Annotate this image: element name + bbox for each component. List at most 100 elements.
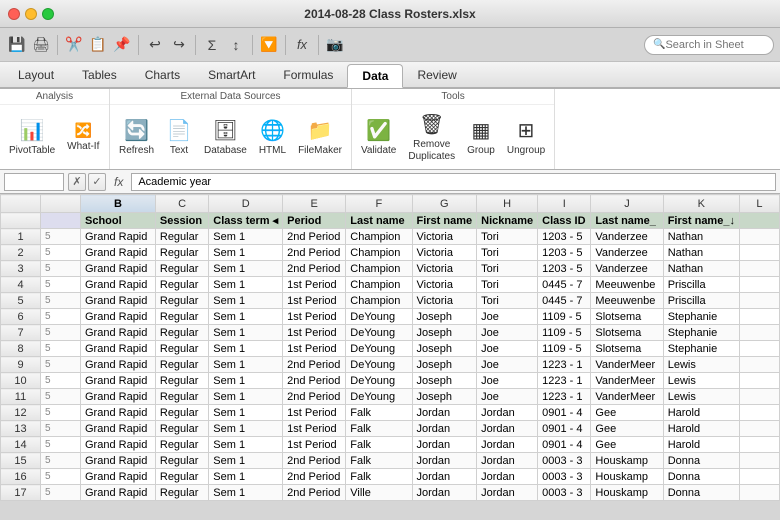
- cell-classid[interactable]: 0445 - 7: [538, 293, 591, 309]
- cell-nickname[interactable]: Tori: [477, 229, 538, 245]
- cell-firstname[interactable]: Jordan: [412, 485, 477, 501]
- confirm-formula-button[interactable]: ✓: [88, 173, 106, 191]
- group-button[interactable]: ▦ Group: [462, 115, 500, 159]
- undo-icon[interactable]: ↩: [144, 34, 166, 56]
- cell-lastname[interactable]: Champion: [346, 277, 412, 293]
- cell-extra2[interactable]: [739, 389, 779, 405]
- cell-extra2[interactable]: [739, 293, 779, 309]
- fx-icon[interactable]: fx: [291, 34, 313, 56]
- cell-lastname2[interactable]: Meeuwenbe: [591, 277, 663, 293]
- cell-classid[interactable]: 0901 - 4: [538, 437, 591, 453]
- col-header-f[interactable]: F: [346, 195, 412, 213]
- cell-extra[interactable]: 5: [41, 261, 81, 277]
- cell-period[interactable]: 1st Period: [283, 309, 346, 325]
- cell-firstname[interactable]: Victoria: [412, 245, 477, 261]
- whatif-button[interactable]: 🔀 What-If: [62, 119, 104, 155]
- cell-lastname2[interactable]: Houskamp: [591, 469, 663, 485]
- cell-school[interactable]: Grand Rapid: [81, 309, 156, 325]
- cell-extra[interactable]: 5: [41, 469, 81, 485]
- col-header-g[interactable]: G: [412, 195, 477, 213]
- cell-period[interactable]: 2nd Period: [283, 389, 346, 405]
- cell-school[interactable]: Grand Rapid: [81, 261, 156, 277]
- cell-extra[interactable]: 5: [41, 293, 81, 309]
- cell-school[interactable]: Grand Rapid: [81, 389, 156, 405]
- cell-firstname[interactable]: Joseph: [412, 325, 477, 341]
- cell-lastname[interactable]: Champion: [346, 229, 412, 245]
- cell-firstname2[interactable]: Priscilla: [663, 293, 739, 309]
- cell-firstname[interactable]: Joseph: [412, 341, 477, 357]
- cell-classterm[interactable]: Sem 1: [209, 485, 283, 501]
- tab-formulas[interactable]: Formulas: [269, 64, 347, 87]
- cell-period[interactable]: 2nd Period: [283, 453, 346, 469]
- cell-classid[interactable]: 0445 - 7: [538, 277, 591, 293]
- row-header-1[interactable]: 1: [1, 229, 41, 245]
- row-header-14[interactable]: 14: [1, 437, 41, 453]
- cell-firstname[interactable]: Jordan: [412, 469, 477, 485]
- save-icon[interactable]: 💾: [6, 34, 28, 56]
- cell-extra2[interactable]: [739, 357, 779, 373]
- tab-layout[interactable]: Layout: [4, 64, 68, 87]
- cell-firstname[interactable]: Joseph: [412, 389, 477, 405]
- cell-firstname2[interactable]: Harold: [663, 421, 739, 437]
- cell-nickname[interactable]: Joe: [477, 389, 538, 405]
- cell-nickname[interactable]: Jordan: [477, 469, 538, 485]
- cell-classid[interactable]: 1109 - 5: [538, 325, 591, 341]
- cell-lastname[interactable]: Champion: [346, 245, 412, 261]
- cell-firstname2[interactable]: Stephanie: [663, 341, 739, 357]
- redo-icon[interactable]: ↪: [168, 34, 190, 56]
- cell-lastname[interactable]: DeYoung: [346, 389, 412, 405]
- cell-lastname[interactable]: DeYoung: [346, 357, 412, 373]
- cell-firstname2[interactable]: Stephanie: [663, 325, 739, 341]
- cell-extra[interactable]: 5: [41, 389, 81, 405]
- cell-extra2[interactable]: [739, 485, 779, 501]
- cell-extra2[interactable]: [739, 229, 779, 245]
- cell-school[interactable]: Grand Rapid: [81, 373, 156, 389]
- cell-nickname[interactable]: Tori: [477, 245, 538, 261]
- col-header-c[interactable]: C: [155, 195, 208, 213]
- cell-school[interactable]: Grand Rapid: [81, 341, 156, 357]
- cell-period[interactable]: 1st Period: [283, 293, 346, 309]
- cell-extra2[interactable]: [739, 373, 779, 389]
- cell-extra2[interactable]: [739, 421, 779, 437]
- cell-firstname2[interactable]: Harold: [663, 437, 739, 453]
- function-icon[interactable]: Σ: [201, 34, 223, 56]
- col-header-a[interactable]: [41, 195, 81, 213]
- cell-classterm[interactable]: Sem 1: [209, 453, 283, 469]
- cell-school[interactable]: Grand Rapid: [81, 405, 156, 421]
- cell-firstname[interactable]: Victoria: [412, 261, 477, 277]
- cell-school[interactable]: Grand Rapid: [81, 437, 156, 453]
- cell-school[interactable]: Grand Rapid: [81, 357, 156, 373]
- cell-extra2[interactable]: [739, 277, 779, 293]
- cell-period[interactable]: 2nd Period: [283, 373, 346, 389]
- cell-nickname[interactable]: Jordan: [477, 485, 538, 501]
- cell-lastname2[interactable]: Slotsema: [591, 309, 663, 325]
- cell-lastname2[interactable]: Vanderzee: [591, 245, 663, 261]
- cell-lastname[interactable]: Falk: [346, 421, 412, 437]
- cell-period[interactable]: 1st Period: [283, 277, 346, 293]
- cell-nickname[interactable]: Joe: [477, 309, 538, 325]
- sort-icon[interactable]: ↕: [225, 34, 247, 56]
- cell-classterm[interactable]: Sem 1: [209, 325, 283, 341]
- filter-icon[interactable]: 🔽: [258, 34, 280, 56]
- minimize-button[interactable]: [25, 8, 37, 20]
- cell-school[interactable]: Grand Rapid: [81, 277, 156, 293]
- cell-period[interactable]: 2nd Period: [283, 485, 346, 501]
- cell-school[interactable]: Grand Rapid: [81, 469, 156, 485]
- cell-extra[interactable]: 5: [41, 277, 81, 293]
- cell-lastname[interactable]: DeYoung: [346, 373, 412, 389]
- close-button[interactable]: [8, 8, 20, 20]
- cell-session[interactable]: Regular: [155, 277, 208, 293]
- cell-session[interactable]: Regular: [155, 469, 208, 485]
- remove-duplicates-button[interactable]: 🗑 RemoveDuplicates: [403, 109, 460, 166]
- cell-classid[interactable]: 1203 - 5: [538, 261, 591, 277]
- cell-nickname[interactable]: Tori: [477, 293, 538, 309]
- cell-school[interactable]: Grand Rapid: [81, 245, 156, 261]
- cell-extra[interactable]: 5: [41, 453, 81, 469]
- cell-classid[interactable]: 1109 - 5: [538, 309, 591, 325]
- row-header-11[interactable]: 11: [1, 389, 41, 405]
- cell-extra2[interactable]: [739, 405, 779, 421]
- cell-session[interactable]: Regular: [155, 389, 208, 405]
- cell-period[interactable]: 2nd Period: [283, 229, 346, 245]
- cell-classterm[interactable]: Sem 1: [209, 405, 283, 421]
- camera-icon[interactable]: 📷: [324, 34, 346, 56]
